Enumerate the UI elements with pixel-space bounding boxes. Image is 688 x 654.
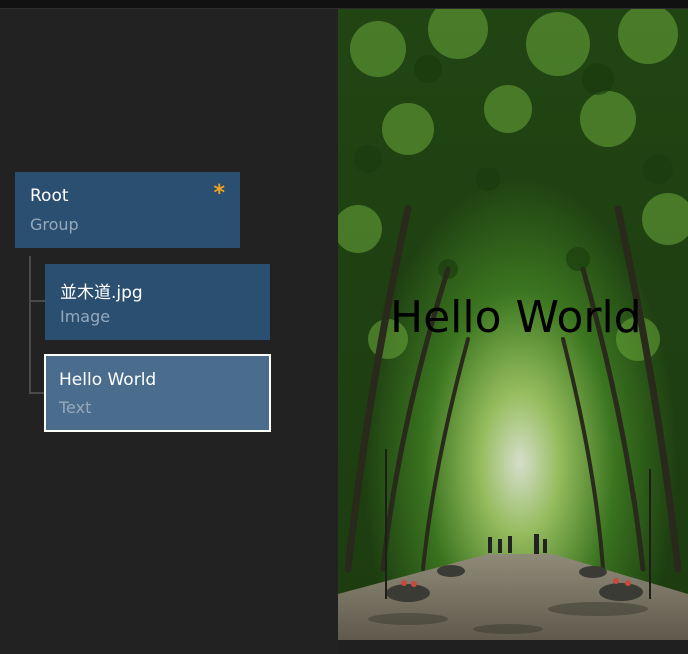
layer-node-title: Hello World xyxy=(59,370,157,390)
layer-node-type: Group xyxy=(30,215,79,234)
tree-connector-branch xyxy=(29,392,45,394)
layer-tree-panel: Root Group * 並木道.jpg Image Hello World T… xyxy=(0,9,338,654)
layer-node-type: Text xyxy=(59,398,92,417)
layer-node-title: Root xyxy=(30,186,69,206)
bottom-strip xyxy=(338,640,688,654)
modified-asterisk-icon: * xyxy=(213,181,225,206)
canvas-text-layer[interactable]: Hello World xyxy=(390,292,642,343)
tree-connector-branch xyxy=(29,300,45,302)
layer-node-image[interactable]: 並木道.jpg Image xyxy=(45,264,270,340)
layer-node-text[interactable]: Hello World Text xyxy=(44,354,271,432)
layer-node-type: Image xyxy=(60,307,111,326)
tree-connector-vertical xyxy=(29,256,31,394)
top-bar xyxy=(0,0,688,9)
canvas-viewport[interactable]: Hello World xyxy=(338,9,688,640)
layer-node-title: 並木道.jpg xyxy=(60,283,143,303)
layer-node-root[interactable]: Root Group * xyxy=(15,172,240,248)
